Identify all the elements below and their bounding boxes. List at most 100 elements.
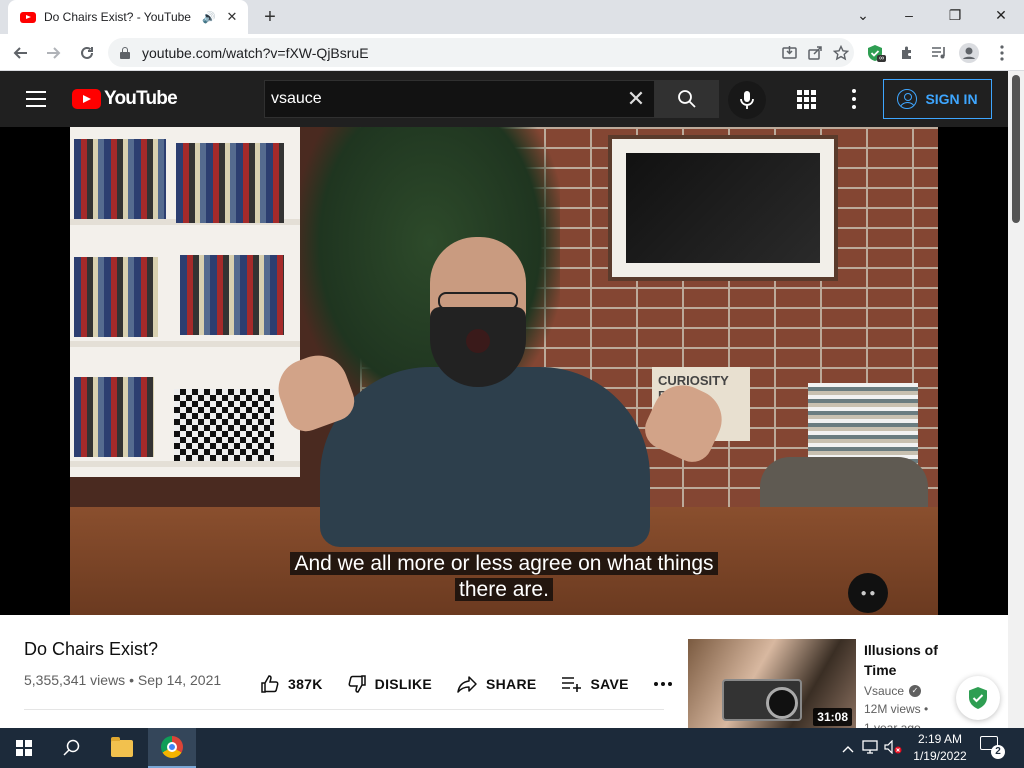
search-input[interactable] xyxy=(271,90,618,108)
info-divider xyxy=(24,709,664,710)
media-controls-icon[interactable] xyxy=(927,41,951,65)
browser-toolbar: youtube.com/watch?v=fXW-QjBsruE ∞ xyxy=(0,34,1024,71)
arrow-left-icon xyxy=(13,47,27,59)
guide-menu-icon[interactable] xyxy=(26,91,46,107)
caption-line-2: there are. xyxy=(455,578,553,601)
youtube-apps-icon[interactable] xyxy=(797,90,816,109)
install-app-icon[interactable] xyxy=(776,40,802,66)
video-views-date: 5,355,341 views • Sep 14, 2021 xyxy=(24,672,222,688)
more-actions-button[interactable] xyxy=(653,681,681,687)
arrow-right-icon xyxy=(47,47,61,59)
youtube-logo[interactable]: YouTube xyxy=(72,88,178,110)
taskbar-clock[interactable]: 2:19 AM 1/19/2022 xyxy=(900,731,980,765)
dislike-button[interactable]: DISLIKE xyxy=(347,674,432,694)
chrome-taskbar-button[interactable] xyxy=(148,728,196,768)
new-tab-button[interactable]: + xyxy=(258,5,282,29)
recommended-channel[interactable]: Vsauce ✓ xyxy=(864,684,922,698)
microphone-icon xyxy=(740,91,754,109)
extensions-puzzle-icon[interactable] xyxy=(895,41,919,65)
network-icon[interactable] xyxy=(858,739,882,757)
file-explorer-button[interactable] xyxy=(98,728,146,768)
chrome-icon xyxy=(161,736,183,758)
sign-in-button[interactable]: SIGN IN xyxy=(883,79,992,119)
reload-button[interactable] xyxy=(74,40,100,66)
clock-time: 2:19 AM xyxy=(917,732,963,746)
like-count: 387K xyxy=(288,676,323,692)
browser-tab-active[interactable]: Do Chairs Exist? - YouTube 🔊 ✕ xyxy=(8,0,248,34)
caption-line-1: And we all more or less agree on what th… xyxy=(290,552,718,575)
search-clear-icon[interactable]: ✕ xyxy=(618,86,654,112)
windows-logo-icon xyxy=(16,740,32,756)
presenter-figure xyxy=(270,237,732,567)
extension-badge: ∞ xyxy=(877,55,886,62)
sign-in-label: SIGN IN xyxy=(925,91,978,107)
search-icon xyxy=(63,739,80,756)
tab-search-button[interactable]: ⌄ xyxy=(840,0,886,30)
video-duration: 31:08 xyxy=(813,708,852,726)
video-info: Do Chairs Exist? 5,355,341 views • Sep 1… xyxy=(24,615,672,728)
bookmark-star-icon[interactable] xyxy=(828,40,854,66)
youtube-masthead: YouTube ✕ SIGN IN xyxy=(0,71,1008,127)
channel-name: Vsauce xyxy=(864,684,905,698)
share-label: SHARE xyxy=(486,676,537,692)
camera-image xyxy=(722,679,802,721)
scrollbar-thumb[interactable] xyxy=(1012,75,1020,223)
folder-icon xyxy=(111,736,133,757)
dislike-label: DISLIKE xyxy=(374,676,432,692)
profile-avatar-icon[interactable] xyxy=(957,41,981,65)
video-actions: 387K DISLIKE SHARE SAVE xyxy=(260,670,705,698)
voice-search-button[interactable] xyxy=(728,81,766,119)
playlist-add-icon xyxy=(561,677,581,692)
lock-icon[interactable] xyxy=(120,46,130,59)
security-extension-shield-icon[interactable] xyxy=(956,676,1000,720)
system-tray xyxy=(838,728,904,768)
like-button[interactable]: 387K xyxy=(260,674,323,694)
address-url[interactable]: youtube.com/watch?v=fXW-QjBsruE xyxy=(142,45,776,61)
user-circle-icon xyxy=(897,89,918,109)
share-button[interactable]: SHARE xyxy=(456,674,537,694)
youtube-play-logo-icon xyxy=(72,89,101,109)
action-center-button[interactable]: 2 xyxy=(980,736,1005,759)
address-bar[interactable]: youtube.com/watch?v=fXW-QjBsruE xyxy=(108,38,854,67)
search-button[interactable] xyxy=(655,80,719,118)
recommended-age: 1 year ago xyxy=(864,721,921,728)
thumbs-up-icon xyxy=(261,675,279,693)
chevron-up-icon[interactable] xyxy=(838,741,858,756)
close-window-button[interactable]: ✕ xyxy=(978,0,1024,30)
save-button[interactable]: SAVE xyxy=(561,674,629,694)
tab-close-icon[interactable]: ✕ xyxy=(224,9,240,25)
save-label: SAVE xyxy=(590,676,629,692)
tab-title: Do Chairs Exist? - YouTube xyxy=(44,10,191,24)
clock-date: 1/19/2022 xyxy=(913,749,967,763)
share-icon[interactable] xyxy=(802,40,828,66)
video-title: Do Chairs Exist? xyxy=(24,639,159,659)
player-overlay-button[interactable]: ● ● xyxy=(848,573,888,613)
reload-icon xyxy=(81,46,93,59)
back-button[interactable] xyxy=(8,40,34,66)
windows-taskbar: 2:19 AM 1/19/2022 2 xyxy=(0,728,1024,768)
browser-menu-icon[interactable] xyxy=(990,41,1014,65)
minimize-button[interactable]: – xyxy=(886,0,932,30)
page-scrollbar[interactable] xyxy=(1008,71,1024,728)
share-arrow-icon xyxy=(457,676,477,693)
youtube-wordmark: YouTube xyxy=(104,88,178,109)
settings-more-icon[interactable] xyxy=(846,89,862,109)
video-frame[interactable]: CURIOSITY BO And we all more or less agr… xyxy=(70,127,938,615)
youtube-favicon-icon xyxy=(20,11,36,23)
forward-button[interactable] xyxy=(40,40,66,66)
recommended-views: 12M views • xyxy=(864,702,929,716)
audio-playing-icon[interactable]: 🔊 xyxy=(202,11,216,24)
browser-tabstrip: Do Chairs Exist? - YouTube 🔊 ✕ + ⌄ – ❐ ✕ xyxy=(0,0,1024,34)
video-player[interactable]: CURIOSITY BO And we all more or less agr… xyxy=(0,127,1008,615)
recommended-title[interactable]: Illusions of Time xyxy=(864,640,956,680)
shield-extension-icon[interactable]: ∞ xyxy=(863,41,887,65)
maximize-button[interactable]: ❐ xyxy=(932,0,978,30)
more-horizontal-icon xyxy=(653,682,672,686)
thumbs-down-icon xyxy=(348,675,366,693)
search-icon xyxy=(678,90,696,108)
recommended-thumbnail[interactable]: 31:08 xyxy=(688,639,856,728)
start-button[interactable] xyxy=(0,728,48,768)
video-caption: And we all more or less agree on what th… xyxy=(70,551,938,603)
taskbar-search-button[interactable] xyxy=(48,728,96,768)
bookshelf-scene xyxy=(70,127,300,477)
